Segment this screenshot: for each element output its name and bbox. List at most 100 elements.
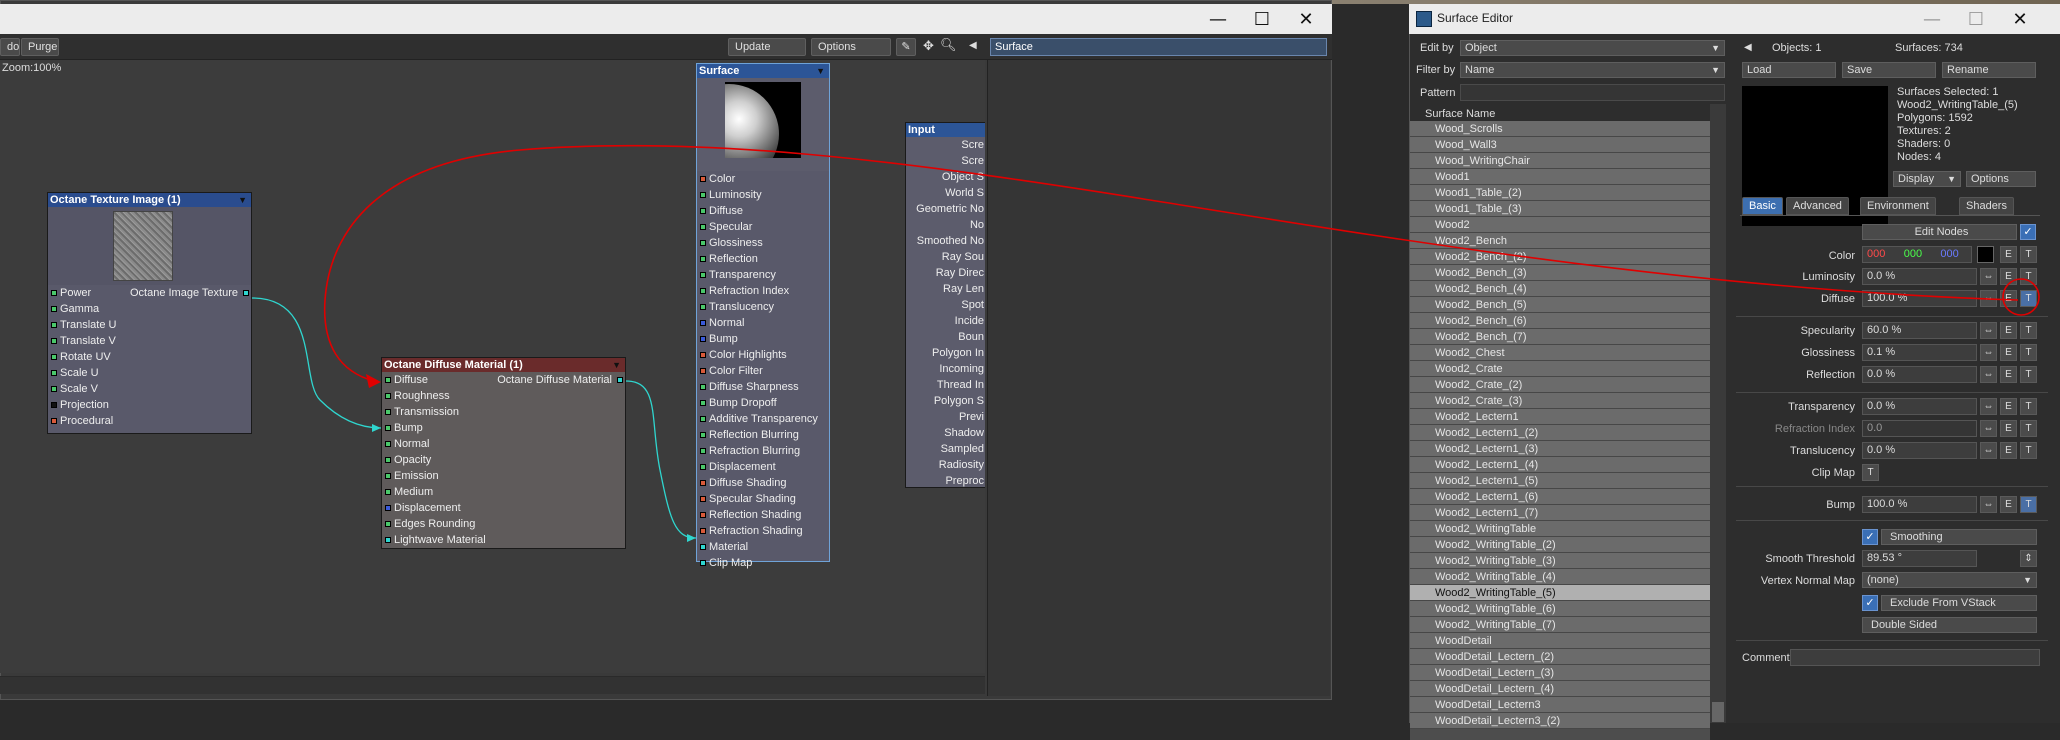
port-socket-icon[interactable] <box>385 457 391 463</box>
undo-button[interactable]: do <box>0 38 20 56</box>
envelope-stepper-icon[interactable]: ⇔ <box>1980 496 1997 513</box>
envelope-stepper-icon[interactable]: ⇔ <box>1980 290 1997 307</box>
edit-by-dropdown[interactable]: Object ▼ <box>1460 40 1725 56</box>
transparency-field[interactable]: 0.0 % <box>1862 398 1977 415</box>
envelope-e-button[interactable]: E <box>2000 268 2017 285</box>
input-port[interactable]: Refraction Blurring <box>697 443 829 459</box>
port-socket-icon[interactable] <box>700 512 706 518</box>
port-socket-icon[interactable] <box>385 489 391 495</box>
reflection-field[interactable]: 0.0 % <box>1862 366 1977 383</box>
octane-diffuse-material-node[interactable]: Octane Diffuse Material (1) ▼ Diffuse Roug… <box>381 357 626 549</box>
port-socket-icon[interactable] <box>51 290 57 296</box>
save-button[interactable]: Save <box>1842 62 1936 78</box>
port-socket-icon[interactable] <box>700 496 706 502</box>
output-port[interactable]: Preproc <box>906 473 985 488</box>
input-port[interactable]: Glossiness <box>697 235 829 251</box>
port-socket-icon[interactable] <box>700 208 706 214</box>
vertex-normal-dropdown[interactable]: (none) ▼ <box>1862 572 2037 588</box>
port-socket-icon[interactable] <box>51 354 57 360</box>
surface-list-item[interactable]: WoodDetail_Lectern_(2) <box>1410 649 1710 665</box>
output-port[interactable]: Scre <box>906 137 985 153</box>
collapse-list-icon[interactable]: ◀ <box>1744 42 1752 53</box>
surface-list-item[interactable]: WoodDetail_Lectern3 <box>1410 697 1710 713</box>
port-socket-icon[interactable] <box>51 338 57 344</box>
output-port[interactable]: Scre <box>906 153 985 169</box>
output-port[interactable]: Smoothed No <box>906 233 985 249</box>
input-port[interactable]: Transparency <box>697 267 829 283</box>
port-socket-icon[interactable] <box>700 384 706 390</box>
surface-list-item[interactable]: Wood_Scrolls <box>1410 121 1710 137</box>
input-port[interactable]: Reflection Shading <box>697 507 829 523</box>
surface-list-item[interactable]: Wood2_Lectern1_(2) <box>1410 425 1710 441</box>
output-port[interactable]: World S <box>906 185 985 201</box>
surface-list-item[interactable]: Wood2_WritingTable_(4) <box>1410 569 1710 585</box>
envelope-e-button[interactable]: E <box>2000 442 2017 459</box>
texture-t-button[interactable]: T <box>2020 496 2037 513</box>
input-port[interactable]: Edges Rounding <box>382 516 625 532</box>
filter-by-dropdown[interactable]: Name ▼ <box>1460 62 1725 78</box>
output-port[interactable]: Spot <box>906 297 985 313</box>
port-socket-icon[interactable] <box>243 290 249 297</box>
input-port[interactable]: Clip Map <box>697 555 829 571</box>
port-socket-icon[interactable] <box>385 537 391 543</box>
output-port[interactable]: Octane Diffuse Material <box>497 372 623 388</box>
port-socket-icon[interactable] <box>385 441 391 447</box>
surface-list-item[interactable]: Wood2_Bench_(4) <box>1410 281 1710 297</box>
input-port[interactable]: Normal <box>697 315 829 331</box>
port-socket-icon[interactable] <box>700 416 706 422</box>
tab-shaders[interactable]: Shaders <box>1959 197 2014 215</box>
input-port[interactable]: Bump <box>382 420 625 436</box>
tab-advanced[interactable]: Advanced <box>1786 197 1849 215</box>
envelope-stepper-icon[interactable]: ⇔ <box>1980 344 1997 361</box>
surface-node[interactable]: Surface ▼ Color Luminosity Diffuse Specular G… <box>696 63 830 569</box>
surface-list[interactable]: Wood_Scrolls Wood_Wall3 Wood_WritingChair W… <box>1410 121 1710 740</box>
output-port[interactable]: Polygon S <box>906 393 985 409</box>
texture-t-button[interactable]: T <box>2020 344 2037 361</box>
port-socket-icon[interactable] <box>700 560 706 566</box>
list-header[interactable]: Surface Name <box>1425 108 1495 120</box>
input-port[interactable]: Translate V <box>48 333 251 349</box>
surface-list-item[interactable]: Wood2_Crate <box>1410 361 1710 377</box>
surface-list-item[interactable]: Wood2_Lectern1_(4) <box>1410 457 1710 473</box>
pen-icon[interactable]: ✎ <box>896 38 916 56</box>
surface-list-item[interactable]: Wood2_Bench_(7) <box>1410 329 1710 345</box>
port-socket-icon[interactable] <box>700 368 706 374</box>
input-port[interactable]: Emission <box>382 468 625 484</box>
surface-list-item[interactable]: WoodDetail <box>1410 633 1710 649</box>
output-port[interactable]: Previ <box>906 409 985 425</box>
port-socket-icon[interactable] <box>51 386 57 392</box>
port-socket-icon[interactable] <box>700 272 706 278</box>
output-port[interactable]: Sampled <box>906 441 985 457</box>
edit-nodes-button[interactable]: Edit Nodes <box>1862 224 2017 240</box>
texture-t-button[interactable]: T <box>2020 420 2037 437</box>
translucency-field[interactable]: 0.0 % <box>1862 442 1977 459</box>
output-port[interactable]: Ray Sou <box>906 249 985 265</box>
input-port[interactable]: Rotate UV <box>48 349 251 365</box>
output-port[interactable]: Object S <box>906 169 985 185</box>
surface-list-item[interactable]: Wood2_WritingTable_(5) <box>1410 585 1710 601</box>
port-socket-icon[interactable] <box>700 288 706 294</box>
envelope-stepper-icon[interactable]: ⇔ <box>1980 442 1997 459</box>
input-port[interactable]: Scale V <box>48 381 251 397</box>
port-socket-icon[interactable] <box>700 528 706 534</box>
port-socket-icon[interactable] <box>385 409 391 415</box>
se-close-icon[interactable]: ✕ <box>1998 4 2042 34</box>
input-node[interactable]: Input Scre Scre Object S World S Geometric N… <box>905 122 985 488</box>
surface-list-item[interactable]: Wood2_WritingTable <box>1410 521 1710 537</box>
options-button[interactable]: Options <box>811 38 891 56</box>
rename-button[interactable]: Rename <box>1942 62 2036 78</box>
input-port[interactable]: Refraction Index <box>697 283 829 299</box>
se-maximize-icon[interactable]: ☐ <box>1954 4 1998 34</box>
move-icon[interactable]: ✥ <box>923 38 934 54</box>
port-socket-icon[interactable] <box>385 377 391 383</box>
smoothing-checkbox[interactable]: ✓ <box>1862 529 1878 545</box>
envelope-e-button[interactable]: E <box>2000 322 2017 339</box>
texture-t-button[interactable]: T <box>2020 322 2037 339</box>
output-port[interactable]: Geometric No <box>906 201 985 217</box>
enable-nodes-checkbox[interactable]: ✓ <box>2020 224 2036 240</box>
port-socket-icon[interactable] <box>700 352 706 358</box>
output-port[interactable]: Ray Direc <box>906 265 985 281</box>
surface-list-item[interactable]: Wood2_Lectern1_(5) <box>1410 473 1710 489</box>
node-search-field[interactable]: Surface <box>990 38 1327 56</box>
output-port[interactable]: Incide <box>906 313 985 329</box>
